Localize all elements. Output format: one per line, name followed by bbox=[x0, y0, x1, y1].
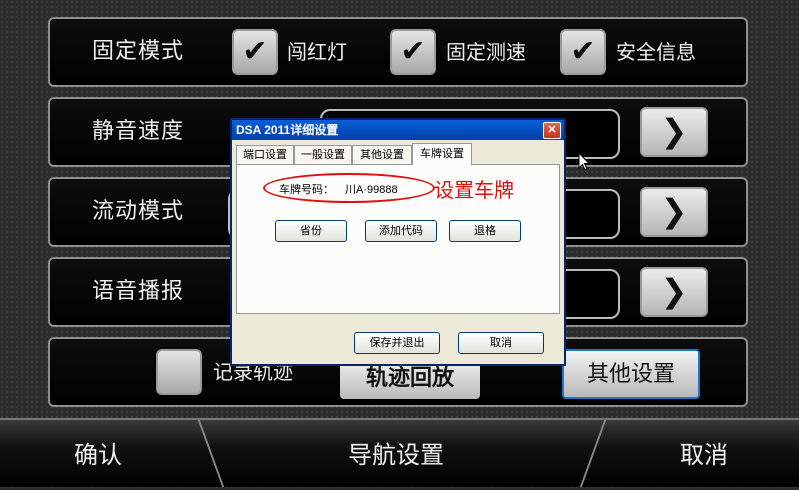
mobile-mode-next-button[interactable]: ❯ bbox=[640, 187, 708, 237]
safety-info-label: 安全信息 bbox=[616, 40, 696, 64]
fixed-speed-checkbox[interactable]: ✔ bbox=[390, 29, 436, 75]
other-settings-button[interactable]: 其他设置 bbox=[562, 349, 700, 399]
dialog-title: DSA 2011详细设置 bbox=[236, 123, 339, 137]
tab-general-settings[interactable]: 一般设置 bbox=[294, 145, 352, 164]
tab-plate-settings[interactable]: 车牌设置 bbox=[412, 143, 472, 165]
mouse-cursor-icon bbox=[578, 152, 590, 171]
settings-dialog: DSA 2011详细设置 ✕ 端口设置 一般设置 其他设置 车牌设置 车牌号码：… bbox=[230, 118, 566, 366]
navigation-settings-button[interactable]: 导航设置 bbox=[348, 420, 444, 490]
set-plate-annotation: 设置车牌 bbox=[434, 178, 514, 202]
voice-broadcast-label: 语音播报 bbox=[92, 279, 185, 304]
cancel-button[interactable]: 取消 bbox=[680, 420, 728, 490]
fixed-speed-label: 固定测速 bbox=[446, 40, 526, 64]
safety-info-checkbox[interactable]: ✔ bbox=[560, 29, 606, 75]
plate-number-label: 车牌号码： bbox=[279, 184, 334, 196]
dialog-cancel-button[interactable]: 取消 bbox=[458, 332, 544, 354]
chevron-right-icon: ❯ bbox=[660, 112, 688, 150]
red-light-checkbox[interactable]: ✔ bbox=[232, 29, 278, 75]
save-exit-button[interactable]: 保存并退出 bbox=[354, 332, 440, 354]
add-code-button[interactable]: 添加代码 bbox=[365, 220, 437, 242]
backspace-button[interactable]: 退格 bbox=[449, 220, 521, 242]
check-icon: ✔ bbox=[242, 34, 268, 69]
record-track-checkbox[interactable] bbox=[156, 349, 202, 395]
divider bbox=[197, 420, 225, 487]
chevron-right-icon: ❯ bbox=[660, 272, 688, 310]
check-icon: ✔ bbox=[570, 34, 596, 69]
track-playback-label: 轨迹回放 bbox=[365, 366, 454, 391]
chevron-right-icon: ❯ bbox=[660, 192, 688, 230]
mute-speed-next-button[interactable]: ❯ bbox=[640, 107, 708, 157]
tab-port-settings[interactable]: 端口设置 bbox=[236, 145, 294, 164]
other-settings-label: 其他设置 bbox=[586, 362, 675, 387]
fixed-mode-row: 固定模式 ✔ 闯红灯 ✔ 固定测速 ✔ 安全信息 bbox=[48, 17, 748, 87]
close-icon[interactable]: ✕ bbox=[543, 122, 561, 139]
confirm-button[interactable]: 确认 bbox=[74, 420, 122, 490]
divider bbox=[579, 420, 607, 487]
fixed-mode-label: 固定模式 bbox=[92, 39, 185, 64]
plate-number-value: 川A·99888 bbox=[345, 184, 398, 196]
mobile-mode-label: 流动模式 bbox=[92, 199, 185, 224]
mute-speed-label: 静音速度 bbox=[92, 119, 185, 144]
bottom-bar: 确认 导航设置 取消 bbox=[0, 418, 799, 487]
voice-broadcast-next-button[interactable]: ❯ bbox=[640, 267, 708, 317]
red-light-label: 闯红灯 bbox=[287, 40, 347, 64]
tab-other-settings[interactable]: 其他设置 bbox=[352, 145, 412, 164]
dialog-titlebar[interactable]: DSA 2011详细设置 ✕ bbox=[232, 120, 564, 140]
check-icon: ✔ bbox=[400, 34, 426, 69]
province-button[interactable]: 省份 bbox=[275, 220, 347, 242]
